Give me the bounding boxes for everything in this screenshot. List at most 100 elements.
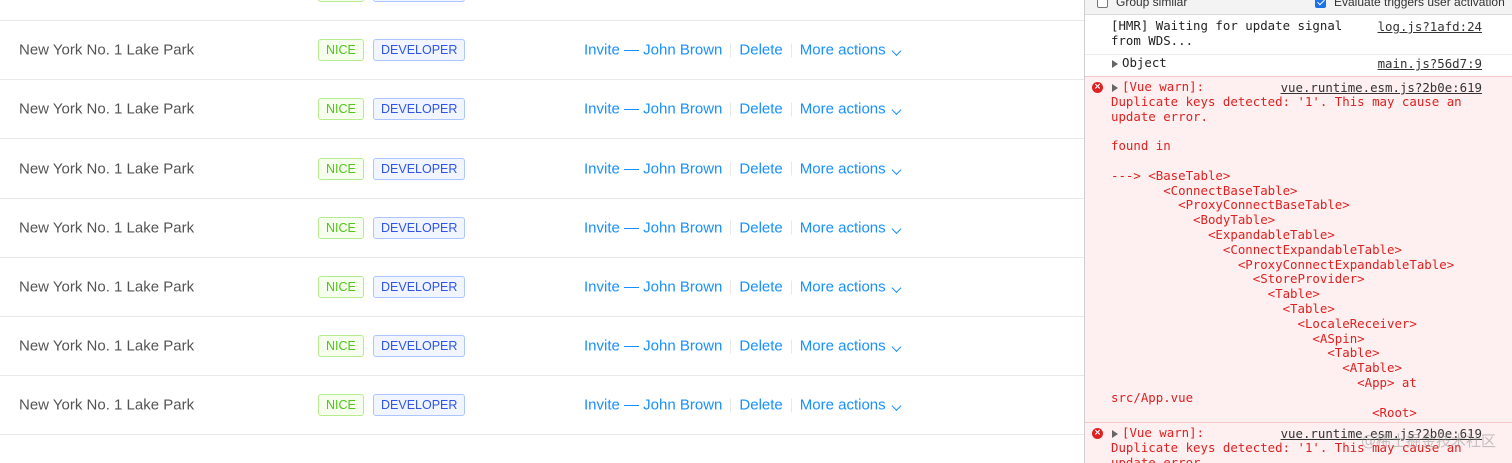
more-actions-dropdown[interactable]: More actions bbox=[800, 42, 902, 59]
nice-tag: NICE bbox=[318, 157, 364, 180]
action-divider bbox=[790, 398, 792, 413]
console-line: <LocaleReceiver> bbox=[1111, 315, 1417, 331]
console-line: <ProxyConnectExpandableTable> bbox=[1111, 256, 1455, 272]
expand-arrow-icon[interactable] bbox=[1112, 84, 1118, 92]
chevron-down-icon bbox=[891, 283, 902, 293]
more-actions-label: More actions bbox=[799, 337, 886, 355]
source-link[interactable]: main.js?56d7:9 bbox=[1378, 56, 1482, 71]
console-line: <Table> bbox=[1111, 345, 1380, 361]
expand-arrow-icon[interactable] bbox=[1112, 60, 1118, 68]
console-line: <ConnectExpandableTable> bbox=[1111, 241, 1402, 257]
more-actions-dropdown[interactable]: More actions bbox=[799, 160, 902, 178]
row-actions: Invite — John Brown Delete More actions bbox=[584, 101, 902, 118]
console-line: <App> at bbox=[1111, 375, 1417, 390]
chevron-down-icon bbox=[891, 401, 902, 412]
delete-link[interactable]: Delete bbox=[739, 397, 782, 414]
chevron-down-icon bbox=[891, 223, 902, 234]
nice-tag: NICE bbox=[318, 276, 364, 298]
more-actions-dropdown[interactable]: More actions bbox=[800, 101, 902, 118]
delete-link[interactable]: Delete bbox=[739, 160, 782, 177]
invite-link[interactable]: Invite — John Brown bbox=[584, 42, 722, 59]
group-similar-option[interactable]: Group similar bbox=[1097, 0, 1187, 9]
console-line: <StoreProvider> bbox=[1111, 271, 1365, 287]
table-row: New York No. 1 Lake ParkNICEDEVELOPERInv… bbox=[0, 199, 1084, 258]
delete-link[interactable]: Delete bbox=[739, 219, 782, 236]
developer-tag: DEVELOPER bbox=[373, 394, 466, 417]
devtools-console: Group similar Evaluate triggers user act… bbox=[1084, 0, 1512, 463]
console-line: update error. bbox=[1111, 454, 1208, 463]
error-icon: × bbox=[1092, 428, 1103, 439]
console-line: <BodyTable> bbox=[1111, 212, 1276, 228]
address-cell: New York No. 1 Lake Park bbox=[19, 219, 195, 237]
action-divider bbox=[730, 220, 732, 235]
console-line: ---> <BaseTable> bbox=[1111, 167, 1231, 183]
invite-link[interactable]: Invite — John Brown bbox=[584, 279, 722, 296]
invite-link[interactable]: Invite — John Brown bbox=[584, 160, 722, 177]
console-line: src/App.vue bbox=[1111, 389, 1194, 405]
table-row: New York No. 1 Lake ParkNICEDEVELOPERInv… bbox=[0, 0, 1084, 21]
delete-link[interactable]: Delete bbox=[739, 101, 782, 118]
invite-link[interactable]: Invite — John Brown bbox=[584, 338, 722, 355]
console-line: <ExpandableTable> bbox=[1111, 227, 1335, 242]
nice-tag: NICE bbox=[318, 394, 364, 417]
address-cell: New York No. 1 Lake Park bbox=[19, 337, 195, 355]
delete-link[interactable]: Delete bbox=[739, 42, 782, 59]
invite-link[interactable]: Invite — John Brown bbox=[584, 101, 722, 118]
action-divider bbox=[730, 280, 732, 294]
group-similar-label: Group similar bbox=[1116, 0, 1188, 9]
data-table: New York No. 1 Lake Park NICE DEVELOPER Inv… bbox=[0, 0, 1084, 463]
nice-tag: NICE bbox=[318, 0, 364, 2]
address-cell: New York No. 1 Lake Park bbox=[19, 396, 195, 414]
expand-arrow-icon[interactable] bbox=[1112, 430, 1118, 438]
console-line: <ConnectBaseTable> bbox=[1111, 182, 1298, 198]
chevron-down-icon bbox=[891, 164, 902, 175]
invite-link[interactable]: Invite — John Brown bbox=[584, 219, 722, 236]
console-line: Object bbox=[1122, 55, 1167, 70]
console-line: from WDS... bbox=[1111, 32, 1194, 48]
address-cell: New York No. 1 Lake Park bbox=[19, 160, 195, 178]
delete-link[interactable]: Delete bbox=[739, 279, 782, 296]
developer-tag: DEVELOPER bbox=[373, 216, 466, 239]
chevron-down-icon bbox=[891, 342, 902, 353]
action-divider bbox=[730, 398, 732, 413]
watermark: @稀土掘金技术社区 bbox=[1360, 432, 1496, 450]
console-line: <Root> bbox=[1111, 404, 1417, 420]
row-actions: Invite — John Brown Delete More actions bbox=[584, 397, 902, 414]
action-divider bbox=[790, 220, 792, 235]
evaluate-triggers-option[interactable]: Evaluate triggers user activation bbox=[1315, 0, 1505, 9]
row-actions: Invite — John Brown Delete More actions bbox=[584, 219, 902, 237]
more-actions-dropdown[interactable]: More actions bbox=[800, 397, 902, 414]
more-actions-dropdown[interactable]: More actions bbox=[799, 219, 902, 237]
console-line: [Vue warn]: bbox=[1122, 79, 1205, 94]
group-similar-checkbox[interactable] bbox=[1097, 0, 1108, 8]
nice-tag: NICE bbox=[318, 39, 364, 62]
address-cell: New York No. 1 Lake Park bbox=[19, 278, 195, 296]
more-actions-dropdown[interactable]: More actions bbox=[799, 337, 902, 355]
action-divider bbox=[790, 43, 792, 58]
source-link[interactable]: vue.runtime.esm.js?2b0e:619 bbox=[1281, 80, 1482, 95]
table-row: New York No. 1 Lake ParkNICEDEVELOPERInv… bbox=[0, 140, 1084, 199]
console-warning: × [Vue warn]: Duplicate keys detected: '1'… bbox=[1085, 76, 1512, 425]
developer-tag: DEVELOPER bbox=[373, 98, 466, 121]
action-divider bbox=[730, 43, 732, 58]
more-actions-dropdown[interactable]: More actions bbox=[799, 278, 902, 296]
more-actions-label: More actions bbox=[799, 160, 886, 178]
console-line: <ASpin> bbox=[1111, 330, 1365, 346]
console-line: found in bbox=[1111, 138, 1171, 154]
console-line: <Table> bbox=[1111, 286, 1320, 302]
action-divider bbox=[730, 102, 732, 117]
evaluate-triggers-checkbox[interactable] bbox=[1315, 0, 1326, 8]
evaluate-triggers-label: Evaluate triggers user activation bbox=[1334, 0, 1505, 9]
error-icon: × bbox=[1092, 82, 1103, 93]
source-link[interactable]: log.js?1afd:24 bbox=[1378, 19, 1482, 34]
row-actions: Invite — John Brown Delete More actions bbox=[584, 42, 902, 59]
more-actions-label: More actions bbox=[799, 219, 886, 237]
nice-tag: NICE bbox=[318, 335, 364, 358]
table-row: New York No. 1 Lake Park NICE DEVELOPER Inv… bbox=[0, 376, 1084, 436]
table-row: New York No. 1 Lake ParkNICEDEVELOPERInv… bbox=[0, 21, 1084, 81]
chevron-down-icon bbox=[891, 46, 902, 57]
delete-link[interactable]: Delete bbox=[739, 338, 782, 355]
invite-link[interactable]: Invite — John Brown bbox=[584, 397, 722, 414]
console-line: <ATable> bbox=[1111, 360, 1402, 376]
more-actions-label: More actions bbox=[799, 278, 886, 296]
